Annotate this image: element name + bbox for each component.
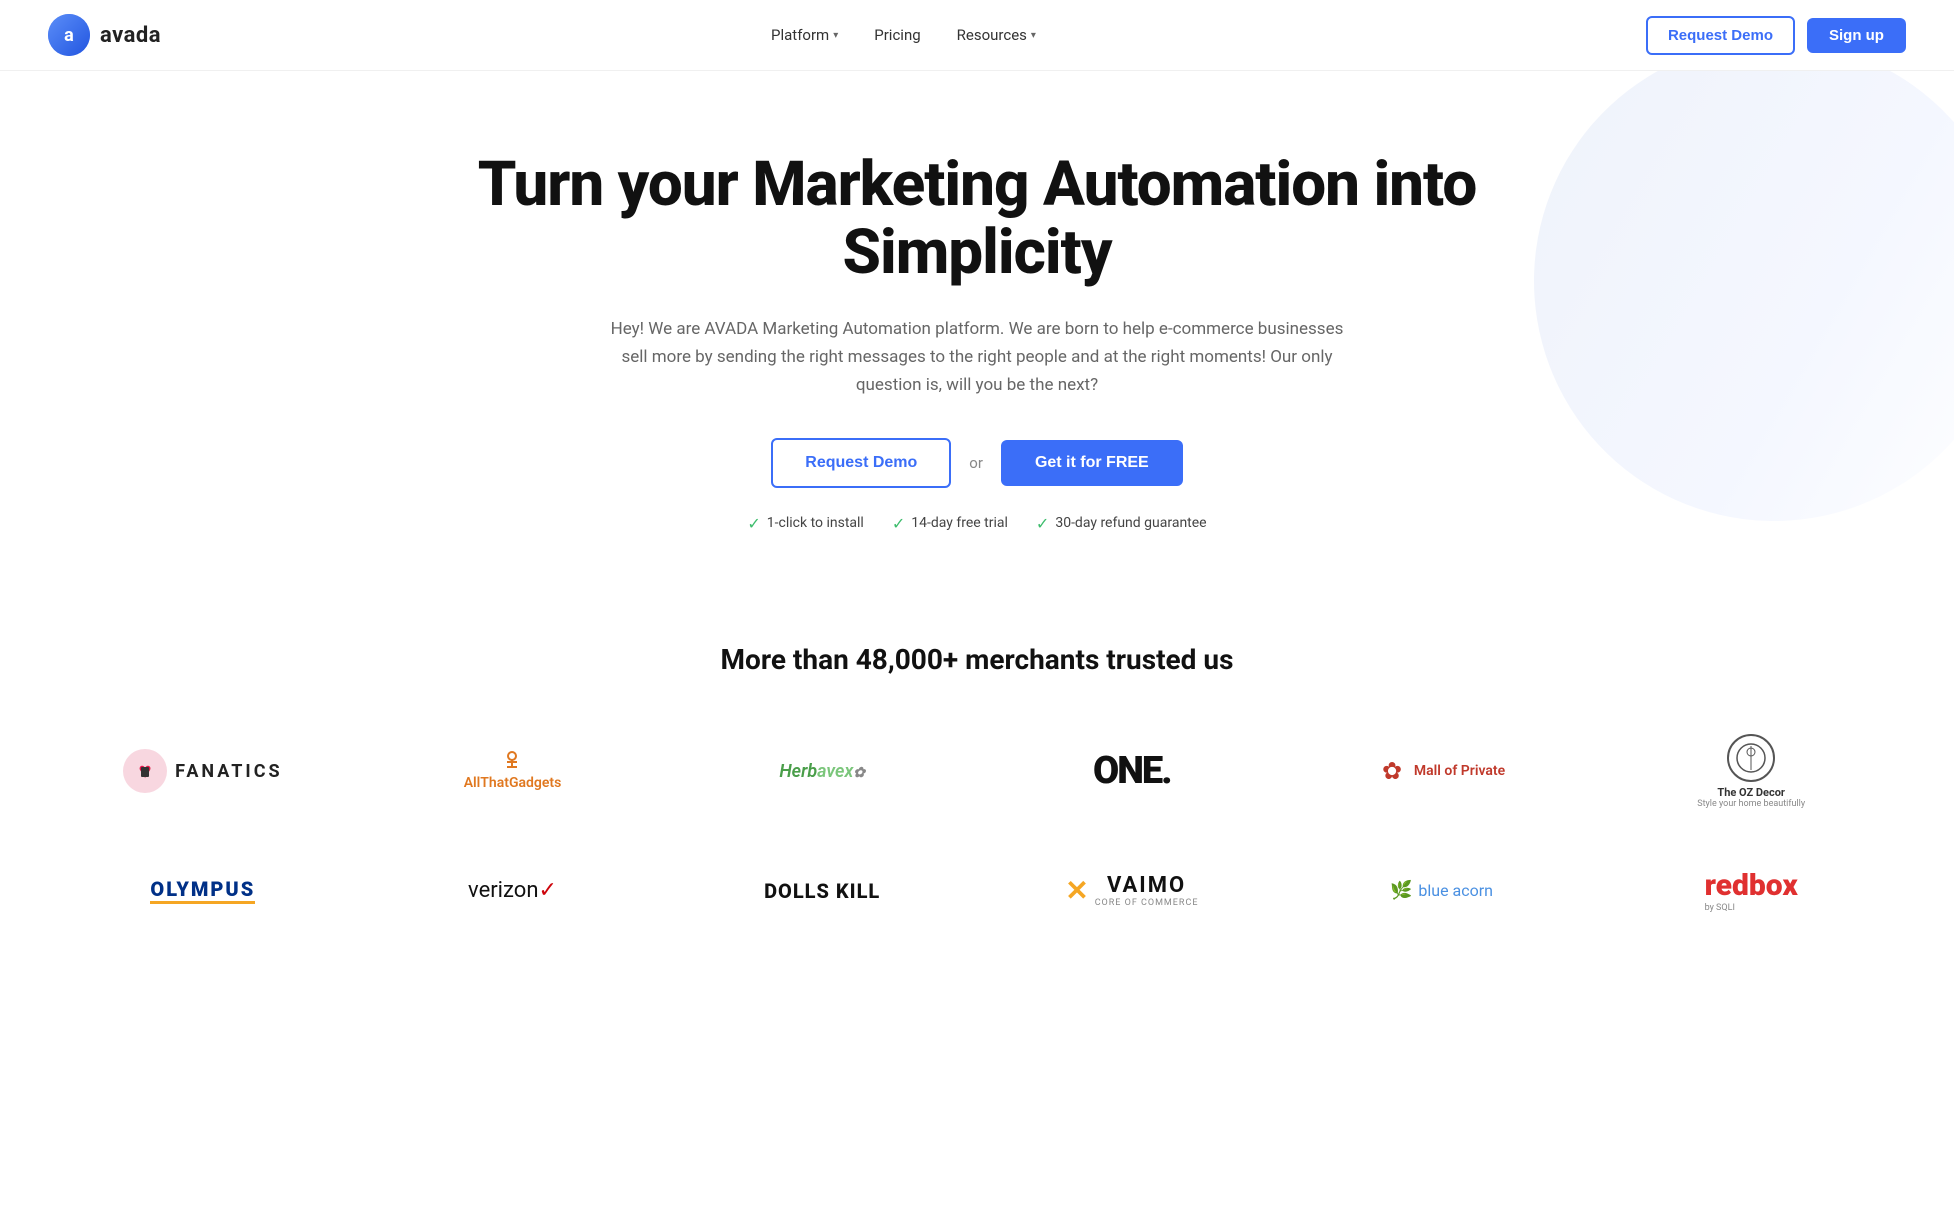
hero-section: Turn your Marketing Automation into Simp…	[0, 71, 1954, 593]
logo-allgadgets: AllThatGadgets	[358, 731, 668, 811]
trusted-title: More than 48,000+ merchants trusted us	[48, 643, 1906, 676]
hero-get-free-button[interactable]: Get it for FREE	[1001, 440, 1183, 486]
request-demo-button[interactable]: Request Demo	[1646, 16, 1795, 55]
hero-title: Turn your Marketing Automation into Simp…	[427, 151, 1527, 287]
logo-redbox: redbox by SQLI	[1596, 851, 1906, 931]
chevron-down-icon: ▾	[833, 30, 838, 41]
badge-refund: ✓ 30-day refund guarantee	[1036, 514, 1207, 533]
fanatics-heart-icon: ♥	[123, 749, 167, 793]
hero-bg-decoration	[1480, 71, 1954, 575]
mallofprivate-icon: ✿	[1378, 757, 1406, 785]
check-icon: ✓	[892, 514, 905, 533]
svg-text:a: a	[64, 25, 74, 46]
navbar-actions: Request Demo Sign up	[1646, 16, 1906, 55]
nav-pricing[interactable]: Pricing	[860, 18, 934, 52]
allgadgets-icon	[497, 751, 527, 771]
verizon-checkmark-icon: ✓	[538, 878, 556, 903]
hero-subtitle: Hey! We are AVADA Marketing Automation p…	[607, 315, 1347, 399]
logo-ozdecor: The OZ Decor Style your home beautifully	[1596, 724, 1906, 819]
or-separator: or	[969, 454, 983, 472]
sign-up-button[interactable]: Sign up	[1807, 18, 1906, 53]
hero-request-demo-button[interactable]: Request Demo	[771, 438, 951, 488]
check-icon: ✓	[1036, 514, 1049, 533]
logos-row-2: OLYMPUS verizon✓ DOLLS KILL ✕ VAIMO CORE…	[48, 851, 1906, 931]
logo-blueacorn: 🌿 blue acorn	[1287, 851, 1597, 931]
hero-content: Turn your Marketing Automation into Simp…	[427, 151, 1527, 533]
blueacorn-leaf-icon: 🌿	[1390, 880, 1412, 901]
trusted-section: More than 48,000+ merchants trusted us ♥…	[0, 593, 1954, 1023]
logo[interactable]: a avada	[48, 14, 161, 56]
logo-vaimo: ✕ VAIMO CORE OF COMMERCE	[977, 851, 1287, 931]
logo-olympus: OLYMPUS	[48, 851, 358, 931]
hero-buttons: Request Demo or Get it for FREE	[427, 438, 1527, 488]
chevron-down-icon: ▾	[1031, 30, 1036, 41]
svg-text:✿: ✿	[1382, 757, 1402, 785]
badge-trial: ✓ 14-day free trial	[892, 514, 1008, 533]
logo-text: avada	[100, 23, 161, 48]
logo-dollskill: DOLLS KILL	[667, 851, 977, 931]
ozdecor-circle-icon	[1727, 734, 1775, 782]
check-icon: ✓	[747, 514, 760, 533]
hero-badges: ✓ 1-click to install ✓ 14-day free trial…	[427, 514, 1527, 533]
nav-resources[interactable]: Resources ▾	[943, 18, 1050, 52]
nav-platform[interactable]: Platform ▾	[757, 18, 852, 52]
nav-links: Platform ▾ Pricing Resources ▾	[757, 18, 1050, 52]
navbar: a avada Platform ▾ Pricing Resources ▾ R…	[0, 0, 1954, 71]
logo-herbavex: Herbavex✿	[667, 731, 977, 811]
logos-row-1: ♥ FANATICS AllThatGadgets Herbavex✿	[48, 724, 1906, 819]
logo-mallofprivate: ✿ Mall of Private	[1287, 731, 1597, 811]
avada-logo-icon: a	[48, 14, 90, 56]
logo-verizon: verizon✓	[358, 851, 668, 931]
badge-install: ✓ 1-click to install	[747, 514, 863, 533]
logo-one: ONE.	[977, 731, 1287, 811]
logo-fanatics: ♥ FANATICS	[48, 731, 358, 811]
